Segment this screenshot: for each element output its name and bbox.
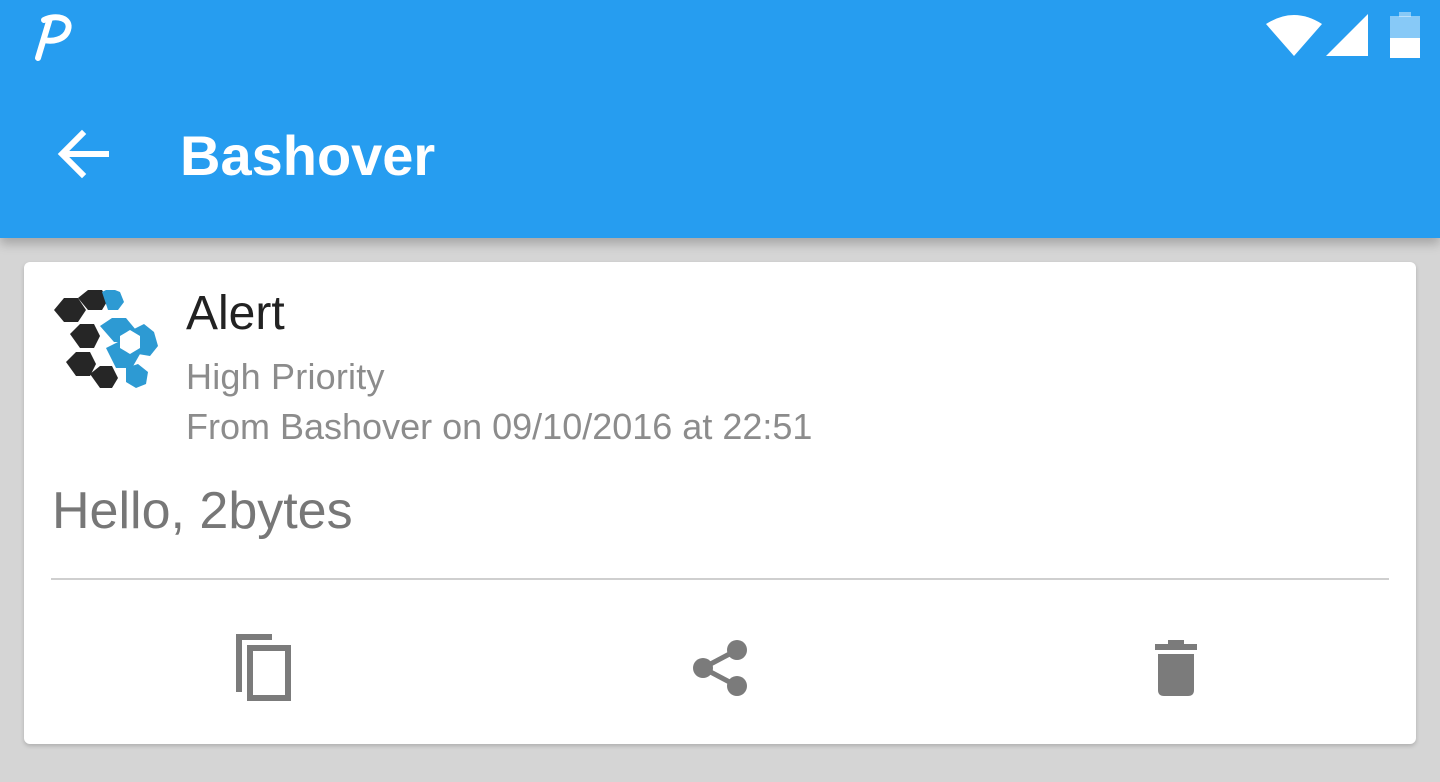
pushover-icon [35, 14, 72, 61]
toolbar: Bashover [0, 72, 1440, 238]
message-body: Hello, 2bytes [52, 482, 353, 540]
message-card: Alert High Priority From Bashover on 09/… [24, 262, 1416, 744]
message-priority: High Priority [186, 356, 385, 397]
page-title: Bashover [180, 124, 436, 187]
status-bar [0, 0, 1440, 72]
message-meta: From Bashover on 09/10/2016 at 22:51 [186, 406, 813, 447]
share-button[interactable] [672, 620, 768, 716]
battery-icon [1390, 12, 1420, 58]
divider [51, 578, 1389, 580]
copy-button[interactable] [215, 620, 311, 716]
share-icon [693, 640, 747, 696]
app-bar: Bashover [0, 0, 1440, 238]
cellular-signal-icon [1326, 14, 1368, 56]
delete-button[interactable] [1128, 620, 1224, 716]
arrow-back-icon [57, 129, 109, 179]
message-title: Alert [186, 287, 285, 340]
wifi-icon [1266, 15, 1322, 56]
copy-icon [236, 634, 291, 701]
delete-icon [1155, 640, 1197, 696]
back-button[interactable] [40, 110, 128, 198]
bashover-logo [54, 290, 158, 388]
app-screen: Bashover Alert High Priority From Bashov [0, 0, 1440, 782]
